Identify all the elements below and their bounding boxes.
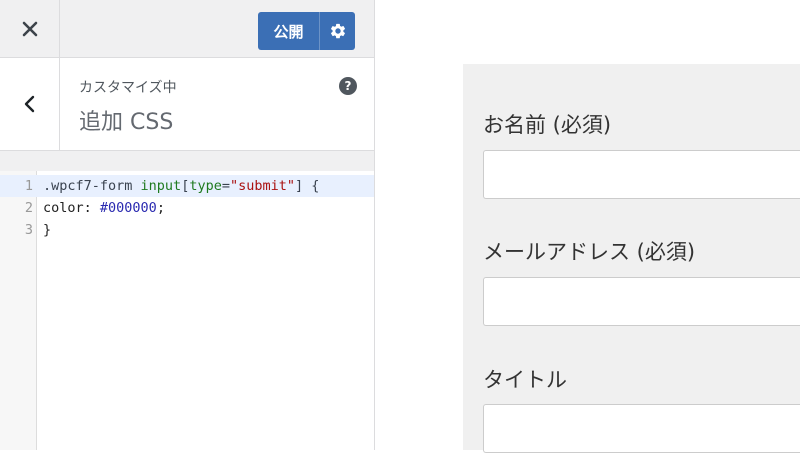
name-label: お名前 (必須) <box>483 113 612 137</box>
email-label: メールアドレス (必須) <box>483 240 696 264</box>
customizer-sidebar: 公開 カスタマイズ中 追加 CSS ? 1 .wpcf7-form input[t… <box>0 0 375 450</box>
code-line[interactable]: 2 color: #000000; <box>0 197 374 219</box>
line-number: 1 <box>24 178 33 194</box>
code-token: color <box>43 200 84 216</box>
publish-button-group: 公開 <box>258 12 355 50</box>
code-line[interactable]: 1 .wpcf7-form input[type="submit"] { <box>0 175 374 197</box>
back-button[interactable] <box>0 58 60 150</box>
publish-settings-button[interactable] <box>319 12 355 50</box>
code-token: input <box>140 178 182 194</box>
section-title: 追加 CSS <box>79 110 174 135</box>
close-icon <box>22 21 37 36</box>
code-token: } <box>43 222 52 238</box>
email-input[interactable] <box>483 277 800 326</box>
chevron-left-icon <box>24 95 34 113</box>
code-token: ; <box>156 200 165 216</box>
code-token: : <box>83 200 100 216</box>
customizer-header: 公開 <box>0 0 374 58</box>
line-code: color: #000000; <box>43 197 165 219</box>
subject-input[interactable] <box>483 404 800 453</box>
help-icon[interactable]: ? <box>339 77 357 95</box>
line-number: 3 <box>24 222 33 238</box>
code-token: ] { <box>295 178 320 194</box>
css-code-editor[interactable]: 1 .wpcf7-form input[type="submit"] { 2 colo… <box>0 171 374 450</box>
code-token: "submit" <box>229 178 296 194</box>
line-number: 2 <box>24 200 33 216</box>
code-token: type <box>189 178 222 194</box>
gear-icon <box>330 23 345 39</box>
name-input[interactable] <box>483 150 800 199</box>
close-customizer-button[interactable] <box>0 0 60 57</box>
customizing-label: カスタマイズ中 <box>79 80 177 96</box>
line-code: } <box>43 219 51 241</box>
publish-button[interactable]: 公開 <box>258 12 319 50</box>
code-token: #000000 <box>99 200 157 216</box>
code-line[interactable]: 3} <box>0 219 374 241</box>
code-token: .wpcf7-form <box>43 178 141 194</box>
line-code: .wpcf7-form input[type="submit"] { <box>43 175 319 197</box>
code-token: = <box>221 178 230 194</box>
subject-label: タイトル <box>483 368 567 392</box>
section-header: カスタマイズ中 追加 CSS ? <box>0 58 374 151</box>
contact-form: お名前 (必須) メールアドレス (必須) タイトル <box>463 64 800 453</box>
site-preview: お名前 (必須) メールアドレス (必須) タイトル <box>375 0 800 453</box>
editor-separator <box>0 151 374 171</box>
